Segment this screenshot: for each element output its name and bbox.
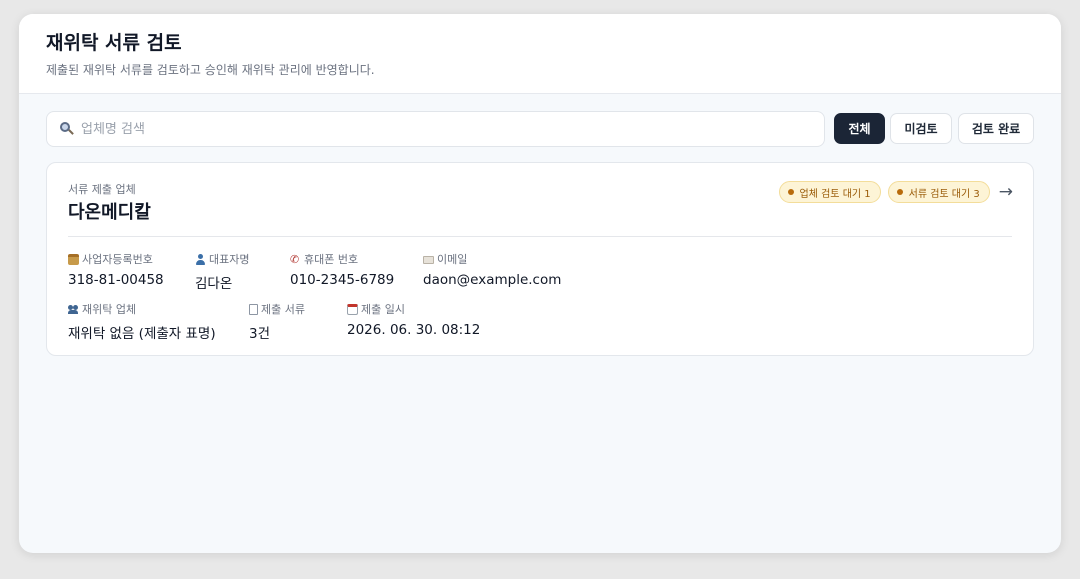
calendar-icon — [347, 303, 358, 315]
field-value: 3건 — [249, 326, 271, 342]
id-card-icon — [68, 253, 79, 265]
field-value: 2026. 06. 30. 08:12 — [347, 322, 481, 338]
page-header: 재위탁 서류 검토 제출된 재위탁 서류를 검토하고 승인해 재위탁 관리에 반… — [19, 14, 1061, 94]
status-dot-icon — [896, 189, 903, 195]
field-label: 제출 서류 — [261, 303, 305, 316]
field-label: 대표자명 — [209, 253, 250, 266]
document-icon — [249, 303, 258, 315]
arrow-right-icon[interactable]: → — [999, 182, 1013, 202]
status-badges: 업체 검토 대기 1 서류 검토 대기 3 → — [778, 181, 1013, 203]
field-email: 이메일 daon@example.com — [423, 251, 561, 288]
field-label: 재위탁 업체 — [82, 303, 137, 316]
field-submitted-at: 제출 일시 2026. 06. 30. 08:12 — [347, 301, 480, 338]
search-input[interactable] — [81, 121, 781, 137]
submission-card[interactable]: 서류 제출 업체 다온메디칼 업체 검토 대기 1 서류 검토 대기 3 → 사… — [46, 162, 1034, 356]
field-value: 김다온 — [195, 276, 233, 292]
phone-icon: ✆ — [290, 252, 300, 266]
company-name: 다온메디칼 — [68, 202, 151, 223]
filter-reviewed-button[interactable]: 검토 완료 — [958, 113, 1034, 144]
people-icon — [68, 304, 79, 315]
field-representative: 대표자명 김다온 — [195, 251, 249, 292]
status-dot-icon — [787, 189, 794, 195]
status-badge: 서류 검토 대기 3 — [887, 181, 990, 203]
filter-all-button[interactable]: 전체 — [834, 113, 885, 144]
field-value: 재위탁 없음 (제출자 표명) — [68, 326, 216, 342]
person-icon — [195, 253, 206, 265]
field-label: 이메일 — [437, 253, 468, 266]
badge-label: 업체 검토 대기 1 — [799, 188, 871, 200]
search-box[interactable] — [46, 111, 825, 147]
field-phone: ✆ 휴대폰 번호 010-2345-6789 — [290, 251, 394, 288]
field-label: 제출 일시 — [361, 303, 405, 316]
status-badge: 업체 검토 대기 1 — [778, 181, 881, 203]
page-title: 재위탁 서류 검토 — [46, 32, 182, 54]
divider — [68, 236, 1012, 237]
field-value: 318-81-00458 — [68, 272, 164, 288]
field-value: daon@example.com — [423, 272, 562, 288]
review-panel: 재위탁 서류 검토 제출된 재위탁 서류를 검토하고 승인해 재위탁 관리에 반… — [19, 14, 1061, 553]
field-value: 010-2345-6789 — [290, 272, 395, 288]
card-label: 서류 제출 업체 — [68, 183, 136, 196]
field-label: 휴대폰 번호 — [304, 253, 359, 266]
field-business-number: 사업자등록번호 318-81-00458 — [68, 251, 164, 288]
badge-label: 서류 검토 대기 3 — [908, 188, 980, 200]
field-label: 사업자등록번호 — [82, 253, 153, 266]
filter-unreviewed-button[interactable]: 미검토 — [890, 113, 952, 144]
page-subtitle: 제출된 재위탁 서류를 검토하고 승인해 재위탁 관리에 반영합니다. — [46, 63, 375, 77]
toolbar: 전체 미검토 검토 완료 — [46, 111, 1034, 147]
envelope-icon — [423, 255, 434, 264]
search-icon — [60, 122, 74, 136]
field-subcontractor: 재위탁 업체 재위탁 없음 (제출자 표명) — [68, 301, 216, 342]
field-documents: 제출 서류 3건 — [249, 301, 305, 342]
